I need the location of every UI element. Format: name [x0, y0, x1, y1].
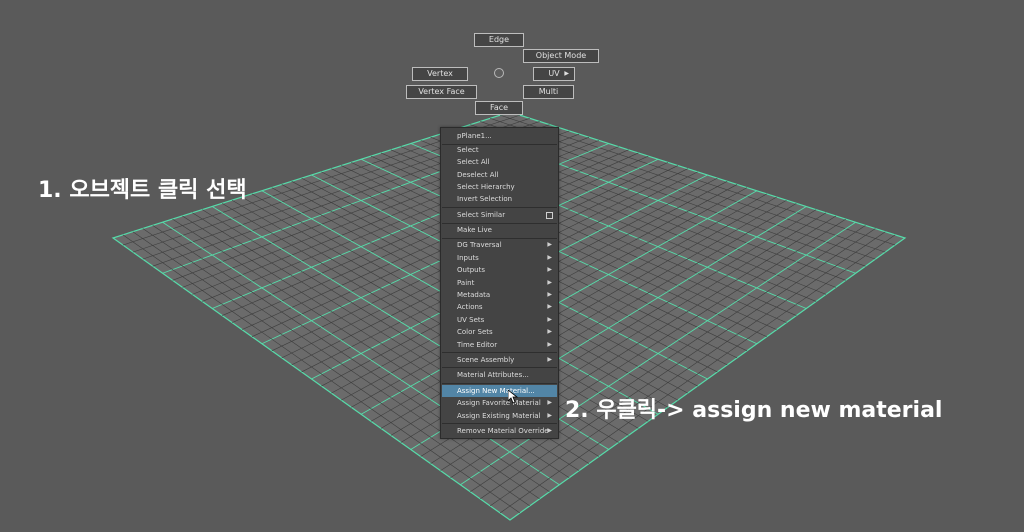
submenu-arrow-icon: ▶ [547, 341, 552, 348]
menu-separator [442, 207, 557, 208]
mouse-cursor-icon [508, 390, 518, 404]
menu-item-uv-sets[interactable]: UV Sets ▶ [442, 314, 557, 326]
menu-item-make-live[interactable]: Make Live [442, 224, 557, 236]
menu-item-inputs[interactable]: Inputs ▶ [442, 252, 557, 264]
annotation-step1: 1. 오브젝트 클릭 선택 [38, 178, 247, 203]
option-box-icon[interactable] [546, 212, 553, 219]
marking-uv-button[interactable]: UV ▶ [533, 67, 575, 81]
menu-item-deselect-all[interactable]: Deselect All [442, 169, 557, 181]
submenu-arrow-icon: ▶ [547, 266, 552, 273]
submenu-arrow-icon: ▶ [547, 356, 552, 363]
menu-item-scene-assembly[interactable]: Scene Assembly ▶ [442, 354, 557, 366]
submenu-arrow-icon: ▶ [547, 254, 552, 261]
context-menu: pPlane1... Select Select All Deselect Al… [440, 127, 559, 439]
submenu-arrow-icon: ▶ [547, 412, 552, 419]
menu-item-paint[interactable]: Paint ▶ [442, 277, 557, 289]
marking-center-dot [494, 68, 504, 78]
submenu-arrow-icon: ▶ [547, 427, 552, 434]
marking-face-button[interactable]: Face [475, 101, 523, 115]
menu-item-time-editor[interactable]: Time Editor ▶ [442, 339, 557, 351]
annotation-step2: 2. 우클릭-> assign new material [565, 398, 943, 423]
menu-item-select-hierarchy[interactable]: Select Hierarchy [442, 181, 557, 193]
marking-object-mode-button[interactable]: Object Mode [523, 49, 599, 63]
menu-item-assign-existing-material[interactable]: Assign Existing Material ▶ [442, 410, 557, 422]
menu-item-material-attributes[interactable]: Material Attributes... [442, 369, 557, 381]
menu-item-outputs[interactable]: Outputs ▶ [442, 264, 557, 276]
menu-item-assign-favorite-material[interactable]: Assign Favorite Material ▶ [442, 397, 557, 409]
menu-separator [442, 367, 557, 368]
submenu-arrow-icon: ▶ [547, 241, 552, 248]
menu-item-select-similar[interactable]: Select Similar [442, 209, 557, 221]
marking-vertex-face-button[interactable]: Vertex Face [406, 85, 477, 99]
menu-item-actions[interactable]: Actions ▶ [442, 301, 557, 313]
submenu-arrow-icon: ▶ [547, 328, 552, 335]
marking-vertex-button[interactable]: Vertex [412, 67, 468, 81]
menu-item-dg-traversal[interactable]: DG Traversal ▶ [442, 239, 557, 251]
submenu-arrow-icon: ▶ [547, 316, 552, 323]
submenu-arrow-icon: ▶ [547, 399, 552, 406]
menu-separator [442, 423, 557, 424]
menu-item-metadata[interactable]: Metadata ▶ [442, 289, 557, 301]
submenu-arrow-icon: ▶ [547, 303, 552, 310]
menu-item-color-sets[interactable]: Color Sets ▶ [442, 326, 557, 338]
marking-edge-button[interactable]: Edge [474, 33, 524, 47]
submenu-arrow-icon: ▶ [547, 291, 552, 298]
menu-item-assign-new-material[interactable]: Assign New Material... [442, 385, 557, 397]
menu-header-pplane1[interactable]: pPlane1... [442, 130, 557, 142]
menu-separator [442, 383, 557, 384]
submenu-arrow-icon: ▶ [547, 279, 552, 286]
menu-separator [442, 352, 557, 353]
marking-multi-button[interactable]: Multi [523, 85, 574, 99]
menu-item-remove-material-override[interactable]: Remove Material Override ▶ [442, 425, 557, 437]
menu-item-select[interactable]: Select [442, 144, 557, 156]
chevron-right-icon: ▶ [564, 70, 569, 77]
menu-item-select-all[interactable]: Select All [442, 156, 557, 168]
menu-item-invert-selection[interactable]: Invert Selection [442, 193, 557, 205]
